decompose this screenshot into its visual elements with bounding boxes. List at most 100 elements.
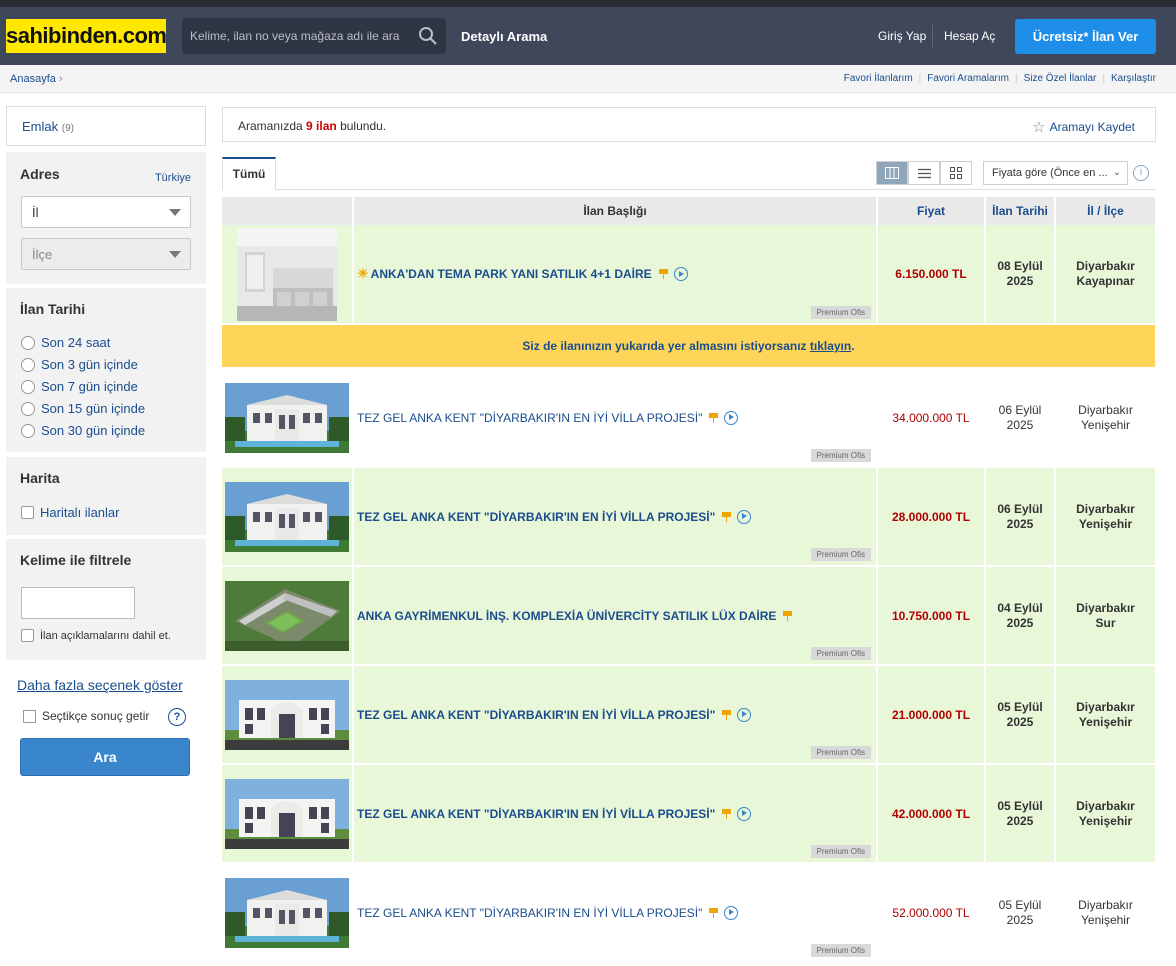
promo-link[interactable]: tıklayın [810,339,851,353]
listing-price: 28.000.000 TL [891,509,971,524]
listing-title[interactable]: TEZ GEL ANKA KENT "DİYARBAKIR'IN EN İYİ … [357,906,702,920]
listing-city: Diyarbakır [1076,699,1135,714]
date-option-15d[interactable]: Son 15 gün içinde [21,401,145,416]
listing-city: Diyarbakır [1076,501,1135,516]
listing-title[interactable]: ANKA GAYRİMENKUL İNŞ. KOMPLEXİA ÜNİVERCİ… [357,609,776,623]
divider: | [1014,73,1018,84]
header-location[interactable]: İl / İlçe [1055,197,1157,225]
search-icon[interactable] [418,26,438,46]
location-cell: Diyarbakır Yenişehir [1055,863,1157,963]
category-label: Emlak [22,119,59,134]
country-link[interactable]: Türkiye [155,172,191,184]
header-price[interactable]: Fiyat [877,197,986,225]
search-button[interactable]: Ara [20,738,190,776]
header-title: İlan Başlığı [353,197,878,225]
date-option-label: Son 3 gün içinde [41,357,138,372]
listing-date: 05 Eylül [998,897,1042,912]
map-ads-checkbox[interactable]: Haritalı ilanlar [21,505,119,520]
compare-link[interactable]: Karşılaştır [1111,73,1156,84]
promo-text: Siz de ilanınızın yukarıda yer almasını … [522,339,807,353]
date-option-label: Son 30 gün içinde [41,423,146,438]
grid-view-button[interactable] [940,161,972,185]
premium-badge: Premium Ofis [810,746,871,759]
video-play-icon[interactable] [737,509,752,524]
video-play-icon[interactable] [724,410,739,425]
title-cell: TEZ GEL ANKA KENT "DİYARBAKIR'IN EN İYİ … [353,665,878,765]
register-link[interactable]: Hesap Aç [944,29,995,43]
include-desc-checkbox[interactable]: İlan açıklamalarını dahil et. [21,629,171,642]
breadcrumb-home[interactable]: Anasayfa [10,73,56,85]
dropdown-arrow-icon [169,251,181,258]
search-input[interactable] [182,18,410,54]
table-row[interactable]: TEZ GEL ANKA KENT "DİYARBAKIR'IN EN İYİ … [222,467,1157,567]
detailed-search-link[interactable]: Detaylı Arama [461,29,547,44]
thumbnail-cell [222,863,354,963]
table-row[interactable]: TEZ GEL ANKA KENT "DİYARBAKIR'IN EN İYİ … [222,665,1157,765]
listing-price: 10.750.000 TL [891,608,971,623]
listing-district: Yenişehir [1078,813,1133,828]
category-emlak[interactable]: Emlak (9) [22,119,74,134]
video-play-icon[interactable] [737,707,752,722]
video-play-icon[interactable] [737,806,752,821]
include-desc-label: İlan açıklamalarını dahil et. [40,629,171,642]
dropdown-arrow-icon [169,209,181,216]
store-flag-icon [722,709,732,720]
date-panel: İlan Tarihi Son 24 saat Son 3 gün içinde… [6,288,206,452]
table-row[interactable]: TEZ GEL ANKA KENT "DİYARBAKIR'IN EN İYİ … [222,863,1157,963]
date-cell: 06 Eylül 2025 [985,467,1056,567]
listing-price: 21.000.000 TL [891,707,971,722]
table-row[interactable]: ☀ ANKA'DAN TEMA PARK YANI SATILIK 4+1 DAİ… [222,225,1157,325]
listing-thumbnail[interactable] [225,877,349,948]
listing-thumbnail[interactable] [225,382,349,453]
site-logo[interactable]: sahibinden.com [6,19,167,53]
save-search-button[interactable]: ☆ Aramayı Kaydet [1032,118,1135,136]
gallery-view-button[interactable] [876,161,908,185]
date-option-30d[interactable]: Son 30 gün içinde [21,423,145,438]
listing-title[interactable]: TEZ GEL ANKA KENT "DİYARBAKIR'IN EN İYİ … [357,510,715,524]
listing-thumbnail[interactable] [225,679,349,750]
favorite-ads-link[interactable]: Favori İlanlarım [844,73,913,84]
info-icon[interactable]: i [1133,165,1149,181]
tab-all[interactable]: Tümü [222,157,276,190]
listing-thumbnail[interactable] [237,227,337,321]
header-date[interactable]: İlan Tarihi [985,197,1056,225]
date-option-3d[interactable]: Son 3 gün içinde [21,357,138,372]
date-option-7d[interactable]: Son 7 gün içinde [21,379,138,394]
listing-thumbnail[interactable] [225,580,349,651]
province-value: İl [32,205,39,220]
grid-view-icon [950,167,962,179]
listing-year: 2025 [1006,516,1034,531]
table-row[interactable]: ANKA GAYRİMENKUL İNŞ. KOMPLEXİA ÜNİVERCİ… [222,566,1157,666]
listing-title[interactable]: TEZ GEL ANKA KENT "DİYARBAKIR'IN EN İYİ … [357,411,702,425]
special-ads-link[interactable]: Size Özel İlanlar [1024,73,1097,84]
login-link[interactable]: Giriş Yap [878,29,926,43]
listing-thumbnail[interactable] [225,778,349,849]
listing-thumbnail[interactable] [225,481,349,552]
post-ad-button[interactable]: Ücretsiz* İlan Ver [1015,19,1156,54]
video-play-icon[interactable] [673,267,688,281]
date-option-24h[interactable]: Son 24 saat [21,335,110,350]
sort-select[interactable]: Fiyata göre (Önce en ... ⌄ [983,161,1128,185]
promo-end: . [851,339,855,353]
list-view-button[interactable] [908,161,940,185]
table-row[interactable]: TEZ GEL ANKA KENT "DİYARBAKIR'IN EN İYİ … [222,368,1157,468]
keyword-input[interactable] [21,587,135,619]
premium-badge: Premium Ofis [810,449,871,462]
header-divider [932,25,933,47]
province-select[interactable]: İl [21,196,191,228]
favorite-searches-link[interactable]: Favori Aramalarım [927,73,1009,84]
keyword-panel: Kelime ile filtrele İlan açıklamalarını … [6,539,206,660]
table-row[interactable]: TEZ GEL ANKA KENT "DİYARBAKIR'IN EN İYİ … [222,764,1157,864]
video-play-icon[interactable] [724,905,739,920]
district-select[interactable]: İlçe [21,238,191,270]
chevron-right-icon: › [58,73,63,85]
listing-title[interactable]: ANKA'DAN TEMA PARK YANI SATILIK 4+1 DAİR… [371,267,652,281]
location-cell: Diyarbakır Sur [1055,566,1157,666]
live-results-checkbox[interactable]: Seçtikçe sonuç getir [23,709,149,723]
title-cell: ANKA GAYRİMENKUL İNŞ. KOMPLEXİA ÜNİVERCİ… [353,566,878,666]
store-flag-icon [783,610,793,621]
listing-title[interactable]: TEZ GEL ANKA KENT "DİYARBAKIR'IN EN İYİ … [357,807,715,821]
listing-title[interactable]: TEZ GEL ANKA KENT "DİYARBAKIR'IN EN İYİ … [357,708,715,722]
help-icon[interactable]: ? [168,708,186,726]
more-options-link[interactable]: Daha fazla seçenek göster [17,677,183,693]
